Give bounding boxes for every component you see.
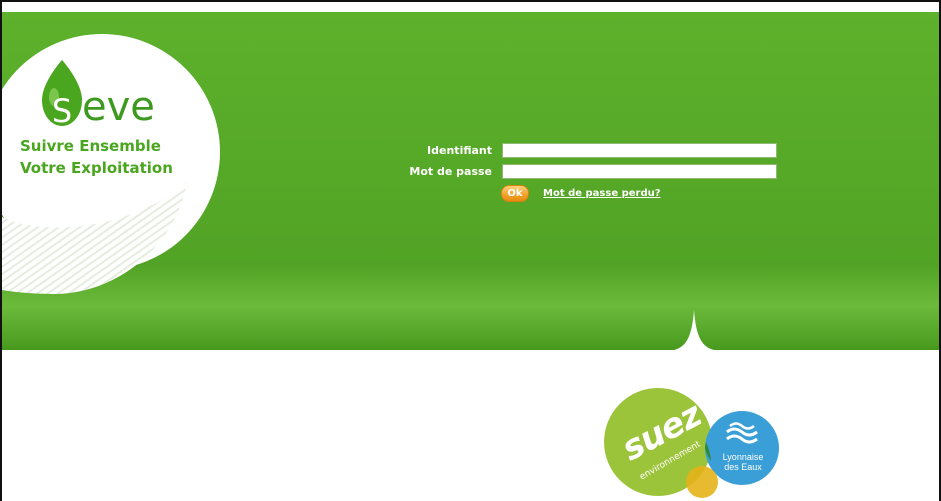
lyonnaise-label: Lyonnaise des Eaux [717,452,769,472]
lyonnaise-line-1: Lyonnaise [722,452,764,462]
logo-name: eve [82,84,155,130]
header-banner [2,2,939,362]
ok-button[interactable]: Ok [501,185,529,202]
logo-drop-letter: S [51,92,73,130]
username-input[interactable] [502,143,777,158]
tagline-line-1: Suivre Ensemble [20,137,161,155]
password-label: Mot de passe [409,165,492,178]
password-input[interactable] [502,164,777,179]
username-label: Identifiant [427,144,492,157]
partner-logos: suez environnement Lyonnaise des Eaux [602,384,792,501]
lost-password-link[interactable]: Mot de passe perdu? [543,188,661,199]
page-frame: S eve Suivre Ensemble Votre Exploitation… [0,0,941,501]
lyonnaise-line-2: des Eaux [724,462,762,472]
tagline-line-2: Votre Exploitation [20,159,173,177]
logo-tagline: Suivre Ensemble Votre Exploitation [20,135,173,179]
